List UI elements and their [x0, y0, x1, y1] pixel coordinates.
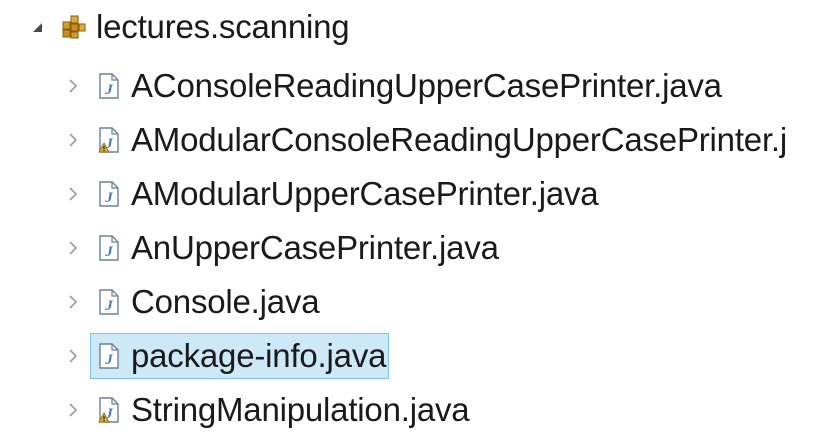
file-label: AModularUpperCasePrinter.java	[131, 175, 599, 212]
tree-item-file[interactable]: J StringManipulation.java	[62, 384, 472, 436]
tree-item-file[interactable]: J AModularUpperCasePrinter.java	[62, 168, 601, 220]
collapsed-arrow-icon[interactable]	[62, 345, 84, 367]
project-explorer-tree: lectures.scanning J AConsoleReadingUpperC…	[0, 0, 832, 438]
svg-text:J: J	[104, 352, 113, 368]
file-label-box[interactable]: J AConsoleReadingUpperCasePrinter.java	[90, 63, 725, 109]
tree-item-file[interactable]: J Console.java	[62, 276, 322, 328]
java-file-icon: J	[95, 72, 123, 100]
svg-text:J: J	[104, 244, 113, 260]
java-file-warning-icon: J	[95, 126, 123, 154]
collapsed-arrow-icon[interactable]	[62, 399, 84, 421]
java-file-icon: J	[95, 234, 123, 262]
file-label-box[interactable]: J AModularUpperCasePrinter.java	[90, 171, 601, 217]
tree-item-file[interactable]: J AnUpperCasePrinter.java	[62, 222, 502, 274]
package-icon	[60, 13, 88, 41]
file-label-box[interactable]: J AnUpperCasePrinter.java	[90, 225, 502, 271]
tree-item-file[interactable]: Jpackage-info.java	[62, 330, 390, 382]
file-label-box[interactable]: Jpackage-info.java	[90, 333, 390, 379]
java-file-icon: J	[95, 342, 123, 370]
collapsed-arrow-icon[interactable]	[62, 129, 84, 151]
java-file-warning-icon: J	[95, 396, 123, 424]
collapsed-arrow-icon[interactable]	[62, 237, 84, 259]
tree-item-package[interactable]: lectures.scanning	[0, 1, 353, 53]
file-label-box[interactable]: J AModularConsoleReadingUpperCasePrinter.…	[90, 117, 790, 163]
tree-item-file[interactable]: J AModularConsoleReadingUpperCasePrinter.…	[62, 114, 790, 166]
file-label: AnUpperCasePrinter.java	[131, 229, 499, 266]
file-label: AConsoleReadingUpperCasePrinter.java	[131, 67, 722, 104]
collapsed-arrow-icon[interactable]	[62, 183, 84, 205]
file-label-box[interactable]: J Console.java	[90, 279, 322, 325]
svg-text:J: J	[104, 298, 113, 314]
tree-item-file[interactable]: J AConsoleReadingUpperCasePrinter.java	[62, 60, 725, 112]
java-file-icon: J	[95, 288, 123, 316]
file-label: AModularConsoleReadingUpperCasePrinter.j	[131, 121, 788, 158]
expanded-arrow-icon[interactable]	[26, 16, 48, 38]
file-label-box[interactable]: J StringManipulation.java	[90, 387, 472, 433]
package-label: lectures.scanning	[96, 8, 350, 45]
collapsed-arrow-icon[interactable]	[62, 75, 84, 97]
file-label: StringManipulation.java	[131, 391, 470, 428]
java-file-icon: J	[95, 180, 123, 208]
collapsed-arrow-icon[interactable]	[62, 291, 84, 313]
svg-text:J: J	[104, 190, 113, 206]
file-label: Console.java	[131, 283, 320, 320]
file-label: package-info.java	[131, 337, 387, 374]
svg-text:J: J	[104, 82, 113, 98]
